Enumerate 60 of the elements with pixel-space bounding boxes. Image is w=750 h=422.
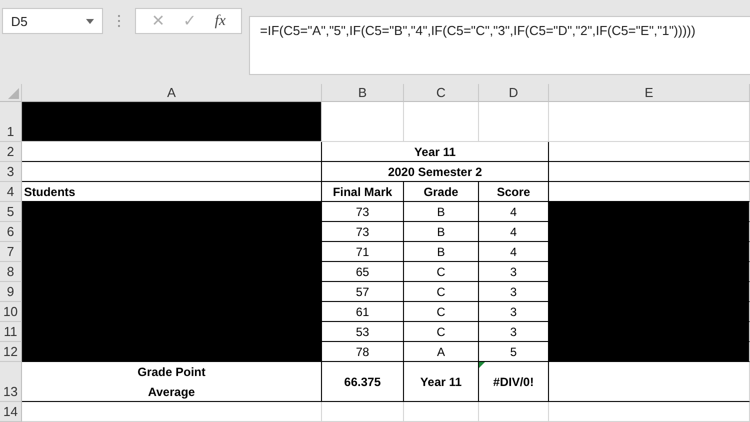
table-cell: A [404, 342, 479, 362]
table-cell: 2020 Semester 2 [322, 162, 549, 182]
table-cell: 4 [479, 242, 549, 262]
dropdown-caret-icon[interactable] [86, 18, 94, 24]
insert-function-button[interactable]: fx [214, 12, 226, 30]
row-header[interactable]: 8 [0, 262, 22, 282]
table-cell: Year 11 [322, 142, 549, 162]
table-cell: B [404, 242, 479, 262]
column-header[interactable]: B [322, 84, 404, 102]
row-header[interactable]: 5 [0, 202, 22, 222]
table-cell: Grade Point Average [22, 362, 322, 402]
name-box[interactable]: D5 [2, 8, 103, 34]
corner-triangle-icon[interactable] [8, 88, 19, 99]
table-cell: B [404, 202, 479, 222]
row-header[interactable]: 1 [0, 102, 22, 142]
table-cell: 3 [479, 262, 549, 282]
table-cell: 4 [479, 202, 549, 222]
table-cell: 53 [322, 322, 404, 342]
grip-dots-icon[interactable] [117, 14, 121, 28]
row-header[interactable]: 2 [0, 142, 22, 162]
table-cell: C [404, 302, 479, 322]
table-cell: 78 [322, 342, 404, 362]
row-header[interactable]: 6 [0, 222, 22, 242]
table-cell: 73 [322, 202, 404, 222]
row-header[interactable]: 9 [0, 282, 22, 302]
table-cell: Score [479, 182, 549, 202]
table-cell: C [404, 282, 479, 302]
table-cell: Students [22, 182, 322, 202]
table-cell: B [404, 222, 479, 242]
table-cell: 3 [479, 282, 549, 302]
select-all-corner[interactable] [0, 84, 22, 102]
table-cell: 4 [479, 222, 549, 242]
column-header[interactable]: C [404, 84, 479, 102]
table-cell: 66.375 [322, 362, 404, 402]
column-header[interactable]: A [22, 84, 322, 102]
table-cell: 5 [479, 342, 549, 362]
table-cell: 65 [322, 262, 404, 282]
table-cell: 57 [322, 282, 404, 302]
column-header[interactable]: E [549, 84, 750, 102]
table-cell: Grade [404, 182, 479, 202]
row-header[interactable]: 10 [0, 302, 22, 322]
row-header[interactable]: 3 [0, 162, 22, 182]
row-header[interactable]: 7 [0, 242, 22, 262]
column-header[interactable]: D [479, 84, 549, 102]
row-header[interactable]: 4 [0, 182, 22, 202]
table-cell: 3 [479, 302, 549, 322]
table-cell: 71 [322, 242, 404, 262]
row-header[interactable]: 12 [0, 342, 22, 362]
row-header[interactable]: 13 [0, 362, 22, 402]
table-cell: 3 [479, 322, 549, 342]
table-cell: C [404, 322, 479, 342]
table-cell: C [404, 262, 479, 282]
formula-field[interactable]: =IF(C5="A","5",IF(C5="B","4",IF(C5="C","3",IF(C5="D","2",IF(C5="E","1"))))) [249, 16, 750, 75]
row-header[interactable]: 14 [0, 402, 22, 422]
table-cell: 73 [322, 222, 404, 242]
table-cell: #DIV/0! [479, 362, 549, 402]
table-cell: Final Mark [322, 182, 404, 202]
row-header[interactable]: 11 [0, 322, 22, 342]
table-cell: Year 11 [404, 362, 479, 402]
table-cell: 61 [322, 302, 404, 322]
